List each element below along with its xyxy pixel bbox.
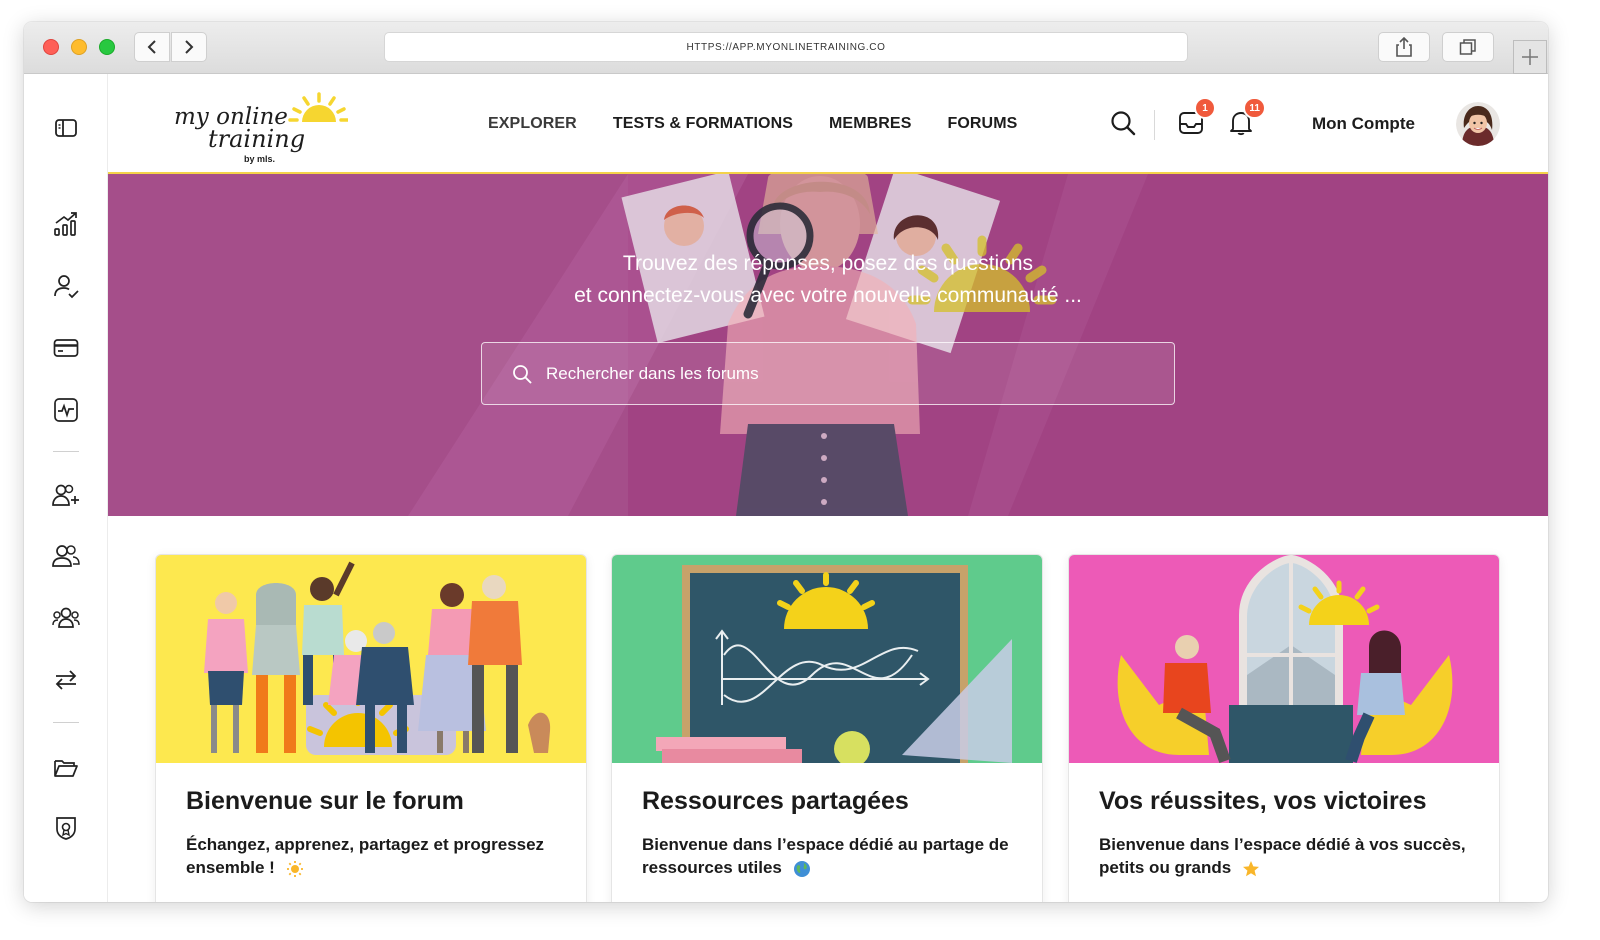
nav-link-label: EXPLORER	[488, 115, 577, 132]
main-nav-links: EXPLORER TESTS & FORMATIONS MEMBRES FORU…	[470, 74, 1035, 176]
hero-heading-line1: Trouvez des réponses, posez des question…	[622, 252, 1034, 275]
forum-category-card-resources[interactable]: Ressources partagées Bienvenue dans l’es…	[611, 554, 1043, 902]
share-icon	[1396, 37, 1412, 57]
inbox-button[interactable]: 1	[1176, 99, 1214, 138]
activity-monitor-icon[interactable]	[50, 394, 82, 426]
group-icon[interactable]	[50, 602, 82, 634]
nav-link-explorer[interactable]: EXPLORER	[470, 74, 595, 176]
card-description-text: Échangez, apprenez, partagez et progress…	[186, 835, 545, 877]
search-icon	[1111, 111, 1136, 136]
chevron-right-icon	[185, 40, 194, 54]
nav-link-label: FORUMS	[947, 115, 1018, 132]
brand-logo[interactable]: my online training by mls.	[168, 86, 350, 166]
browser-forward-button[interactable]	[171, 32, 207, 62]
nav-link-tests-formations[interactable]: TESTS & FORMATIONS	[595, 74, 811, 174]
user-avatar[interactable]	[1456, 102, 1500, 146]
notifications-badge: 11	[1245, 99, 1264, 117]
plus-icon	[1522, 49, 1538, 65]
hero-banner: Trouvez des réponses, posez des question…	[108, 174, 1548, 516]
chalkboard-illustration	[612, 555, 1042, 763]
nav-link-label: TESTS & FORMATIONS	[612, 115, 793, 132]
chevron-left-icon	[147, 40, 156, 54]
notifications-button[interactable]: 11	[1226, 99, 1264, 138]
nav-link-label: MEMBRES	[829, 115, 912, 132]
left-sidebar	[24, 74, 108, 902]
nav-link-forums[interactable]: FORUMS	[929, 74, 1035, 174]
search-button[interactable]	[1108, 108, 1138, 138]
folder-icon[interactable]	[50, 752, 82, 784]
new-tab-button[interactable]	[1513, 40, 1547, 74]
share-button[interactable]	[1378, 32, 1430, 62]
logo-text-line2: training	[208, 125, 305, 153]
sidebar-divider	[53, 722, 79, 723]
tabs-icon	[1459, 39, 1476, 55]
forum-search-placeholder: Rechercher dans les forums	[546, 363, 759, 383]
maximize-window-button[interactable]	[99, 39, 115, 55]
card-description-text: Bienvenue dans l’espace dédié au partage…	[642, 835, 1009, 877]
my-account-link[interactable]: Mon Compte	[1312, 114, 1415, 134]
credit-card-icon[interactable]	[50, 332, 82, 364]
card-description-text: Bienvenue dans l’espace dédié à vos succ…	[1099, 835, 1466, 877]
inbox-badge: 1	[1196, 99, 1214, 117]
card-title: Bienvenue sur le forum	[186, 787, 464, 815]
user-check-icon[interactable]	[50, 270, 82, 302]
conversation-illustration	[1069, 555, 1499, 763]
minimize-window-button[interactable]	[71, 39, 87, 55]
search-icon	[513, 364, 532, 383]
logo-text-by: by mls.	[244, 154, 275, 164]
card-description: Bienvenue dans l’espace dédié au partage…	[642, 833, 1022, 879]
transfer-icon[interactable]	[50, 664, 82, 696]
globe-emoji-icon	[793, 860, 810, 877]
nav-link-membres[interactable]: MEMBRES	[811, 74, 929, 174]
nav-divider	[1154, 110, 1155, 140]
address-bar[interactable]: HTTPS://APP.MYONLINETRAINING.CO	[384, 32, 1188, 62]
add-user-icon[interactable]	[50, 479, 82, 511]
forum-search-input[interactable]: Rechercher dans les forums	[481, 342, 1175, 405]
certificate-icon[interactable]	[50, 812, 82, 844]
sidebar-divider	[53, 451, 79, 452]
card-title: Vos réussites, vos victoires	[1099, 787, 1427, 815]
card-description: Échangez, apprenez, partagez et progress…	[186, 833, 566, 879]
forum-category-card-welcome[interactable]: Bienvenue sur le forum Échangez, apprene…	[155, 554, 587, 902]
browser-window: HTTPS://APP.MYONLINETRAINING.CO my onlin…	[24, 22, 1548, 902]
hero-heading-line2: et connectez-vous avec votre nouvelle co…	[574, 284, 1082, 307]
analytics-icon[interactable]	[50, 208, 82, 240]
users-icon[interactable]	[50, 540, 82, 572]
card-description: Bienvenue dans l’espace dédié à vos succ…	[1099, 833, 1479, 879]
panel-toggle-icon[interactable]	[50, 112, 82, 144]
community-illustration	[156, 555, 586, 763]
browser-titlebar: HTTPS://APP.MYONLINETRAINING.CO	[24, 22, 1548, 74]
card-title: Ressources partagées	[642, 787, 909, 815]
star-emoji-icon	[1242, 860, 1259, 876]
address-bar-url: HTTPS://APP.MYONLINETRAINING.CO	[686, 41, 886, 53]
browser-back-button[interactable]	[134, 32, 170, 62]
close-window-button[interactable]	[43, 39, 59, 55]
tabs-overview-button[interactable]	[1442, 32, 1494, 62]
sun-logo-icon	[288, 92, 350, 122]
hero-heading: Trouvez des réponses, posez des question…	[108, 248, 1548, 312]
top-navigation: my online training by mls. EXPLORER TEST…	[108, 74, 1548, 176]
forum-category-card-successes[interactable]: Vos réussites, vos victoires Bienvenue d…	[1068, 554, 1500, 902]
sun-emoji-icon	[286, 860, 303, 877]
